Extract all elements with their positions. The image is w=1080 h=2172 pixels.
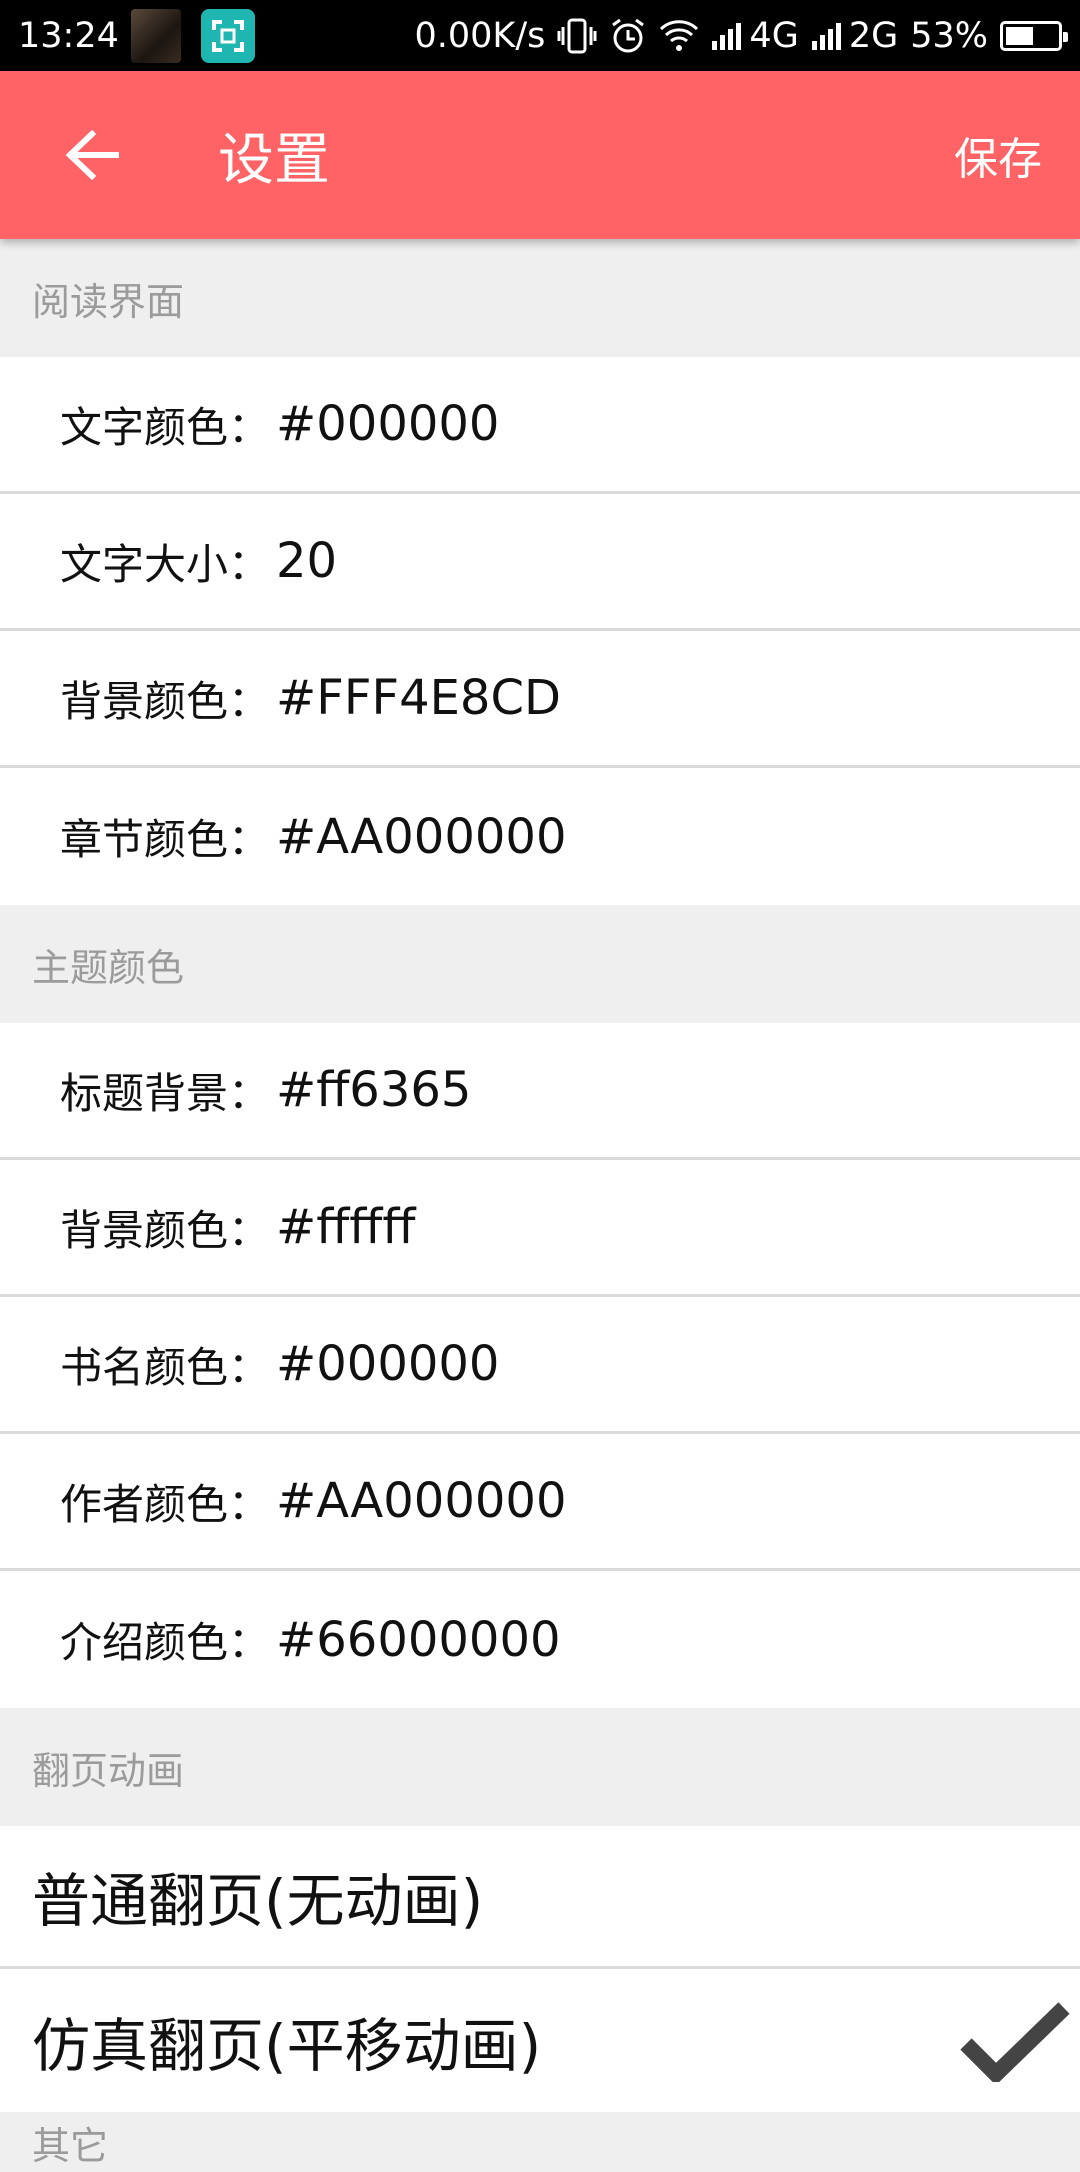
setting-value: #AA000000 bbox=[276, 1473, 567, 1529]
screenshot-app-icon bbox=[200, 8, 255, 63]
section-header-theme: 主题颜色 bbox=[0, 905, 1080, 1023]
setting-value: #FFF4E8CD bbox=[276, 670, 561, 726]
setting-label: 书名颜色： bbox=[60, 1342, 271, 1392]
setting-label: 背景颜色： bbox=[60, 1205, 271, 1255]
battery-icon bbox=[1000, 20, 1068, 51]
setting-value: #AA000000 bbox=[276, 808, 567, 865]
theme-settings-group: 标题背景： #ff6365 背景颜色： #ffffff 书名颜色： #00000… bbox=[0, 1023, 1080, 1708]
setting-value: 20 bbox=[276, 533, 338, 589]
alarm-icon bbox=[609, 17, 647, 55]
setting-value: #000000 bbox=[276, 1336, 500, 1392]
setting-row-book-name-color[interactable]: 书名颜色： #000000 bbox=[0, 1297, 1080, 1434]
setting-row-background-color[interactable]: 背景颜色： #FFF4E8CD bbox=[0, 631, 1080, 768]
status-time: 13:24 bbox=[18, 15, 119, 56]
network-type-sim1: 4G bbox=[749, 15, 799, 56]
wifi-icon bbox=[659, 19, 699, 53]
back-button[interactable] bbox=[52, 115, 132, 195]
setting-value: #000000 bbox=[276, 396, 500, 452]
checkmark-icon bbox=[960, 2000, 1070, 2082]
settings-list: 阅读界面 文字颜色： #000000 文字大小： 20 背景颜色： #FFF4E… bbox=[0, 239, 1080, 2172]
save-button[interactable]: 保存 bbox=[954, 113, 1042, 197]
section-header-other: 其它 bbox=[0, 2112, 1080, 2172]
setting-row-text-color[interactable]: 文字颜色： #000000 bbox=[0, 357, 1080, 494]
reading-settings-group: 文字颜色： #000000 文字大小： 20 背景颜色： #FFF4E8CD 章… bbox=[0, 357, 1080, 905]
app-bar: 设置 保存 bbox=[0, 71, 1080, 239]
status-bar: 13:24 0.00K/s 4G 2G 53% bbox=[0, 0, 1080, 71]
setting-row-intro-color[interactable]: 介绍颜色： #66000000 bbox=[0, 1571, 1080, 1708]
net-speed: 0.00K/s bbox=[414, 15, 546, 56]
setting-label: 文字大小： bbox=[60, 539, 271, 589]
section-header-page-turn: 翻页动画 bbox=[0, 1708, 1080, 1826]
network-type-sim2: 2G bbox=[848, 15, 899, 56]
vibrate-icon bbox=[557, 17, 597, 55]
setting-label: 标题背景： bbox=[60, 1068, 271, 1118]
notification-thumbnail bbox=[130, 8, 181, 63]
setting-label: 文字颜色： bbox=[60, 402, 271, 452]
setting-label: 背景颜色： bbox=[60, 676, 271, 726]
setting-row-author-color[interactable]: 作者颜色： #AA000000 bbox=[0, 1434, 1080, 1571]
page-turn-option-normal[interactable]: 普通翻页(无动画) bbox=[0, 1826, 1080, 1969]
setting-label: 章节颜色： bbox=[60, 815, 271, 864]
setting-label: 作者颜色： bbox=[60, 1479, 271, 1529]
arrow-back-icon bbox=[65, 130, 119, 180]
setting-row-text-size[interactable]: 文字大小： 20 bbox=[0, 494, 1080, 631]
option-label: 仿真翻页(平移动画) bbox=[32, 2011, 542, 2080]
setting-row-chapter-color[interactable]: 章节颜色： #AA000000 bbox=[0, 768, 1080, 905]
page-title: 设置 bbox=[218, 127, 330, 193]
battery-percent: 53% bbox=[910, 15, 988, 56]
setting-row-title-background[interactable]: 标题背景： #ff6365 bbox=[0, 1023, 1080, 1160]
page-turn-options-group: 普通翻页(无动画) 仿真翻页(平移动画) bbox=[0, 1826, 1080, 2112]
setting-row-theme-background[interactable]: 背景颜色： #ffffff bbox=[0, 1160, 1080, 1297]
setting-value: #ffffff bbox=[276, 1199, 416, 1255]
signal-icon-sim1 bbox=[711, 21, 745, 51]
section-header-reading: 阅读界面 bbox=[0, 239, 1080, 357]
option-label: 普通翻页(无动画) bbox=[32, 1867, 484, 1935]
setting-label: 介绍颜色： bbox=[60, 1618, 271, 1667]
setting-value: #ff6365 bbox=[276, 1062, 472, 1118]
page-turn-option-simulated[interactable]: 仿真翻页(平移动画) bbox=[0, 1969, 1080, 2112]
signal-icon-sim2 bbox=[811, 21, 845, 51]
setting-value: #66000000 bbox=[276, 1611, 561, 1668]
